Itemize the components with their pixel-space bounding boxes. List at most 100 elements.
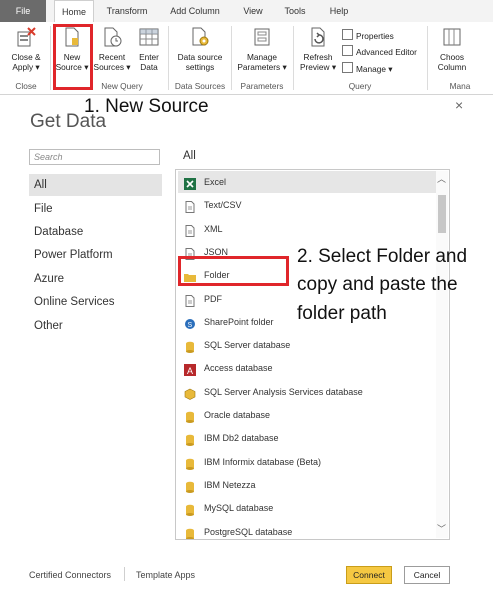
- connector-label: IBM Informix database (Beta): [204, 456, 322, 467]
- group-separator: [427, 26, 428, 90]
- database-icon: [184, 479, 196, 493]
- close-apply-label-1: Close &: [11, 52, 41, 62]
- properties-button[interactable]: Properties: [342, 29, 394, 42]
- group-label-close: Close: [15, 81, 37, 91]
- connector-item-ibm-informix-database-beta[interactable]: IBM Informix database (Beta): [178, 451, 436, 473]
- category-all[interactable]: All: [29, 174, 162, 196]
- connector-label: XML: [204, 223, 223, 234]
- pdf-file-icon: [184, 293, 196, 307]
- choose-columns-label-1: Choos: [440, 52, 464, 62]
- scroll-up-icon[interactable]: ︿: [437, 172, 446, 185]
- scrollbar-thumb[interactable]: [438, 195, 446, 233]
- category-online-services[interactable]: Online Services: [29, 291, 162, 313]
- annotation-step-2-line-1: 2. Select Folder and: [297, 246, 468, 267]
- tab-transform[interactable]: Transform: [100, 0, 154, 22]
- connect-button[interactable]: Connect: [346, 566, 392, 584]
- enter-data-button[interactable]: Enter Data: [134, 26, 164, 72]
- access-icon: A: [184, 362, 196, 377]
- connector-label: PostgreSQL database: [204, 526, 293, 537]
- ribbon-tab-bar: File Home Transform Add Column View Tool…: [0, 0, 493, 22]
- certified-connectors-link[interactable]: Certified Connectors: [29, 570, 111, 580]
- scroll-down-icon[interactable]: ﹀: [437, 522, 446, 535]
- choose-columns-button[interactable]: Choos Column: [432, 26, 472, 72]
- excel-icon: [184, 176, 196, 190]
- cancel-button[interactable]: Cancel: [404, 566, 450, 584]
- enter-data-label-2: Data: [140, 62, 158, 72]
- category-database[interactable]: Database: [29, 221, 162, 243]
- tab-home[interactable]: Home: [54, 0, 94, 22]
- data-source-settings-label-1: Data source: [177, 52, 223, 62]
- xml-file-icon: [184, 223, 196, 237]
- connector-item-access-database[interactable]: A Access database: [178, 357, 436, 379]
- connector-item-postgresql-database[interactable]: PostgreSQL database: [178, 521, 436, 539]
- scrollbar[interactable]: ︿ ﹀: [436, 171, 448, 538]
- manage-icon: [342, 62, 353, 73]
- database-icon: [184, 456, 196, 470]
- tab-tools[interactable]: Tools: [278, 0, 312, 22]
- group-separator: [293, 26, 294, 90]
- tab-view[interactable]: View: [236, 0, 270, 22]
- close-icon[interactable]: ×: [455, 97, 463, 113]
- connector-item-text-csv[interactable]: Text/CSV: [178, 194, 436, 216]
- connector-label: SQL Server Analysis Services database: [204, 386, 363, 397]
- close-apply-button[interactable]: Close & Apply ▾: [4, 26, 48, 72]
- connector-item-sql-server-database[interactable]: SQL Server database: [178, 334, 436, 356]
- connector-item-sql-server-analysis-services-database[interactable]: SQL Server Analysis Services database: [178, 381, 436, 403]
- connector-item-ibm-db2-database[interactable]: IBM Db2 database: [178, 427, 436, 449]
- recent-sources-label-1: Recent: [98, 52, 126, 62]
- close-apply-label-2: Apply ▾: [12, 62, 40, 72]
- manage-parameters-button[interactable]: Manage Parameters ▾: [234, 26, 290, 72]
- manage-button[interactable]: Manage ▾: [342, 62, 392, 75]
- connector-label: Access database: [204, 363, 273, 374]
- tab-help[interactable]: Help: [322, 0, 356, 22]
- cube-icon: [184, 386, 196, 400]
- category-other[interactable]: Other: [29, 315, 162, 337]
- connector-item-xml[interactable]: XML: [178, 218, 436, 240]
- connector-item-oracle-database[interactable]: Oracle database: [178, 404, 436, 426]
- search-input[interactable]: Search: [29, 149, 160, 165]
- footer-divider: [124, 567, 125, 581]
- group-label-parameters: Parameters: [240, 81, 284, 91]
- connector-label: IBM Netezza: [204, 479, 256, 490]
- category-power-platform[interactable]: Power Platform: [29, 244, 162, 266]
- tab-add-column[interactable]: Add Column: [164, 0, 226, 22]
- group-separator: [231, 26, 232, 90]
- template-apps-link[interactable]: Template Apps: [136, 570, 195, 580]
- database-icon: [184, 432, 196, 447]
- text-file-icon: [184, 199, 196, 214]
- category-azure[interactable]: Azure: [29, 268, 162, 290]
- svg-text:S: S: [188, 322, 193, 329]
- advanced-editor-icon: [342, 45, 353, 56]
- group-label-query: Query: [348, 81, 372, 91]
- recent-sources-button[interactable]: Recent Sources ▾: [92, 26, 132, 72]
- annotation-step-2-line-3: folder path: [297, 303, 387, 324]
- connector-item-excel[interactable]: Excel: [178, 171, 436, 193]
- connector-label: MySQL database: [204, 503, 274, 514]
- advanced-editor-button[interactable]: Advanced Editor: [342, 45, 417, 58]
- annotation-step-2-line-2: copy and paste the: [297, 274, 458, 295]
- data-source-settings-button[interactable]: Data source settings: [172, 26, 228, 72]
- category-file[interactable]: File: [29, 198, 162, 220]
- refresh-icon: [311, 27, 325, 47]
- group-label-manage: Mana: [449, 81, 471, 91]
- group-label-new-query: New Query: [101, 81, 143, 91]
- refresh-preview-button[interactable]: Refresh Preview ▾: [296, 26, 340, 72]
- connector-label: Excel: [204, 177, 227, 187]
- group-separator: [50, 26, 51, 90]
- svg-text:A: A: [187, 366, 193, 376]
- choose-columns-label-2: Column: [437, 62, 467, 72]
- connector-item-ibm-netezza[interactable]: IBM Netezza: [178, 474, 436, 496]
- parameters-icon: [254, 28, 270, 46]
- connector-item-mysql-database[interactable]: MySQL database: [178, 497, 436, 519]
- connector-label: SQL Server database: [204, 340, 291, 351]
- group-label-data-sources: Data Sources: [174, 81, 226, 91]
- choose-columns-icon: [443, 28, 461, 46]
- connector-list: Excel Text/CSV XML JSON Folder PDF S SharePoint…: [175, 169, 450, 540]
- connector-label: Oracle database: [204, 410, 271, 420]
- properties-label: Properties: [356, 31, 394, 41]
- tab-file[interactable]: File: [0, 0, 46, 22]
- database-icon: [184, 409, 196, 423]
- close-apply-icon: [17, 27, 36, 47]
- manage-parameters-label-1: Manage: [247, 52, 277, 62]
- settings-gear-icon: [192, 27, 209, 46]
